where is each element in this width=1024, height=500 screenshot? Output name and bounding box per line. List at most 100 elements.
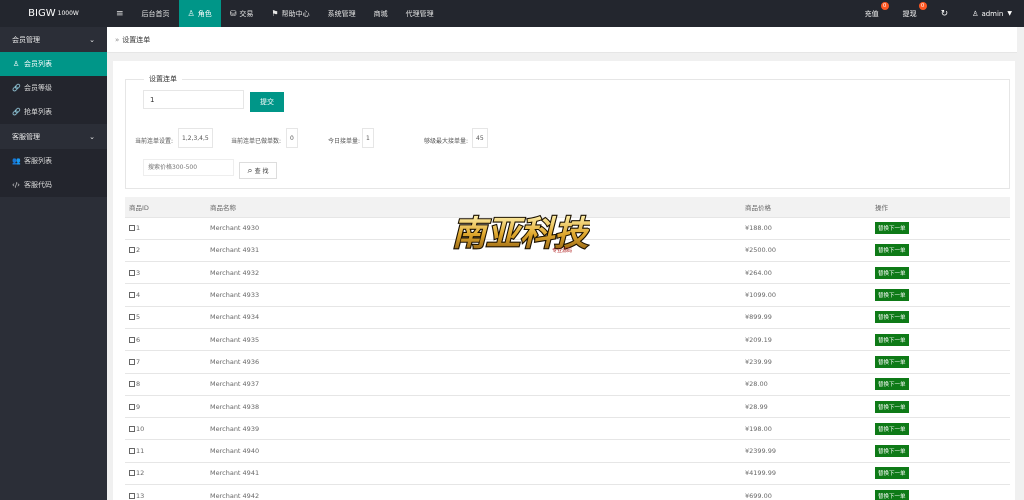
nav-label: 商城 — [373, 9, 388, 18]
row-checkbox[interactable] — [129, 492, 135, 499]
cell-id-text: 8 — [136, 380, 141, 389]
row-checkbox[interactable] — [129, 336, 135, 343]
withdraw-link[interactable]: 提现 0 — [891, 0, 929, 27]
price-search-input[interactable] — [143, 159, 234, 176]
row-checkbox[interactable] — [129, 314, 135, 321]
replace-next-order-button[interactable]: 替换下一单 — [875, 311, 909, 324]
row-checkbox[interactable] — [129, 425, 135, 432]
cell-price: ¥28.00 — [745, 373, 875, 396]
sidebar-group-members[interactable]: 会员管理 ⌄ — [0, 27, 107, 52]
brand-name: BIGW — [28, 8, 56, 19]
row-checkbox[interactable] — [129, 247, 135, 254]
users-icon: 👥 — [12, 157, 21, 165]
sidebar-item-member-list[interactable]: ♙ 会员列表 — [0, 52, 107, 76]
stat-label-done-count: 当前连单已做单数: — [231, 138, 282, 145]
row-checkbox[interactable] — [129, 292, 135, 299]
sidebar-item-grab-orders[interactable]: 🔗 抢单列表 — [0, 100, 107, 124]
cell-op: 替换下一单 — [875, 417, 1010, 441]
cell-id: 5 — [125, 306, 210, 329]
cell-op: 替换下一单 — [875, 484, 1010, 500]
sidebar-item-label: 抢单列表 — [24, 108, 52, 116]
sidebar-item-service-code[interactable]: ‹/› 客服代码 — [0, 173, 107, 197]
recharge-badge: 0 — [880, 2, 889, 10]
row-checkbox[interactable] — [129, 470, 135, 477]
right-nav: 充值 0 提现 0 ↻ ♙ admin ▼ — [853, 0, 1024, 27]
row-checkbox[interactable] — [129, 403, 135, 410]
row-checkbox[interactable] — [129, 381, 135, 388]
withdraw-badge: 0 — [918, 2, 927, 10]
user-icon: ♙ — [12, 60, 20, 68]
nav-label: 代理管理 — [405, 9, 434, 18]
sidebar: 会员管理 ⌄ ♙ 会员列表 🔗 会员等级 🔗 抢单列表 客服管理 ⌄ 👥 客服列表 ‹/… — [0, 27, 107, 500]
table-row: 11 Merchant 4940 ¥2399.99 替换下一单 — [125, 439, 1010, 463]
content-card: 设置连单 提交 当前连单设置: 1,2,3,4,5 当前连单已做单数: 0 今日… — [113, 61, 1015, 500]
cell-id-text: 1 — [136, 224, 141, 233]
nav-label: 帮助中心 — [281, 9, 310, 18]
menu-toggle-button[interactable]: ≡ — [107, 0, 133, 27]
cell-name: Merchant 4936 — [210, 350, 745, 374]
brand-sup: 1000W — [57, 10, 79, 17]
brand-logo[interactable]: BIGW 1000W — [0, 0, 107, 27]
stat-value-max-orders: 45 — [472, 128, 488, 148]
replace-next-order-button[interactable]: 替换下一单 — [875, 378, 909, 391]
recharge-link[interactable]: 充值 0 — [853, 0, 891, 27]
cell-price: ¥188.00 — [745, 217, 875, 240]
replace-next-order-button[interactable]: 替换下一单 — [875, 400, 909, 413]
cell-id-text: 4 — [136, 291, 141, 300]
table-row: 9 Merchant 4938 ¥28.99 替换下一单 — [125, 395, 1010, 419]
code-icon: ‹/› — [12, 181, 20, 189]
nav-system[interactable]: 系统管理 — [319, 0, 365, 27]
replace-next-order-button[interactable]: 替换下一单 — [875, 222, 909, 235]
replace-next-order-button[interactable]: 替换下一单 — [875, 467, 909, 480]
refresh-button[interactable]: ↻ — [929, 0, 961, 27]
nav-trade[interactable]: ⛁ 交易 — [221, 0, 263, 27]
replace-next-order-button[interactable]: 替换下一单 — [875, 489, 909, 500]
table-row: 12 Merchant 4941 ¥4199.99 替换下一单 — [125, 462, 1010, 486]
cell-id-text: 3 — [136, 268, 141, 277]
sidebar-item-member-level[interactable]: 🔗 会员等级 — [0, 76, 107, 100]
database-icon: ⛁ — [229, 9, 237, 18]
table-row: 5 Merchant 4934 ¥899.99 替换下一单 — [125, 306, 1010, 329]
cell-id-text: 13 — [136, 491, 145, 500]
sidebar-item-service-list[interactable]: 👥 客服列表 — [0, 149, 107, 173]
replace-next-order-button[interactable]: 替换下一单 — [875, 244, 909, 257]
nav-mall[interactable]: 商城 — [365, 0, 397, 27]
row-checkbox[interactable] — [129, 225, 135, 232]
nav-home[interactable]: 后台首页 — [133, 0, 179, 27]
row-checkbox[interactable] — [129, 448, 135, 455]
cell-name: Merchant 4941 — [210, 462, 745, 486]
cell-op: 替换下一单 — [875, 395, 1010, 419]
submit-button[interactable]: 提交 — [250, 92, 284, 112]
table-row: 6 Merchant 4935 ¥209.19 替换下一单 — [125, 328, 1010, 352]
cell-id: 2 — [125, 239, 210, 263]
replace-next-order-button[interactable]: 替换下一单 — [875, 333, 909, 346]
user-menu[interactable]: ♙ admin ▼ — [960, 0, 1024, 27]
row-checkbox[interactable] — [129, 358, 135, 365]
nav-agent[interactable]: 代理管理 — [397, 0, 443, 27]
sidebar-group-service[interactable]: 客服管理 ⌄ — [0, 124, 107, 149]
replace-next-order-button[interactable]: 替换下一单 — [875, 422, 909, 435]
cell-id-text: 6 — [136, 335, 141, 344]
watermark-logo: 南亚科技 专业源码 — [451, 213, 590, 255]
cell-name: Merchant 4933 — [210, 283, 745, 307]
cell-name: Merchant 4932 — [210, 261, 745, 285]
search-icon: ⌕ — [247, 165, 253, 176]
row-checkbox[interactable] — [129, 269, 135, 276]
cell-op: 替换下一单 — [875, 350, 1010, 374]
nav-help[interactable]: ⚑ 帮助中心 — [262, 0, 318, 27]
cell-id: 6 — [125, 328, 210, 352]
replace-next-order-button[interactable]: 替换下一单 — [875, 266, 909, 279]
sidebar-group-label: 会员管理 — [12, 35, 40, 44]
nav-role[interactable]: ♙ 角色 — [178, 0, 221, 27]
sidebar-item-label: 会员等级 — [24, 84, 52, 92]
sidebar-item-label: 客服代码 — [24, 181, 52, 189]
cell-name: Merchant 4942 — [210, 484, 745, 500]
cell-op: 替换下一单 — [875, 217, 1010, 240]
replace-next-order-button[interactable]: 替换下一单 — [875, 445, 909, 458]
cell-price: ¥198.00 — [745, 417, 875, 441]
replace-next-order-button[interactable]: 替换下一单 — [875, 355, 909, 368]
replace-next-order-button[interactable]: 替换下一单 — [875, 289, 909, 302]
chevron-down-icon: ⌄ — [89, 35, 95, 44]
search-button[interactable]: ⌕ 查 找 — [239, 162, 277, 179]
chain-input[interactable] — [143, 90, 244, 109]
